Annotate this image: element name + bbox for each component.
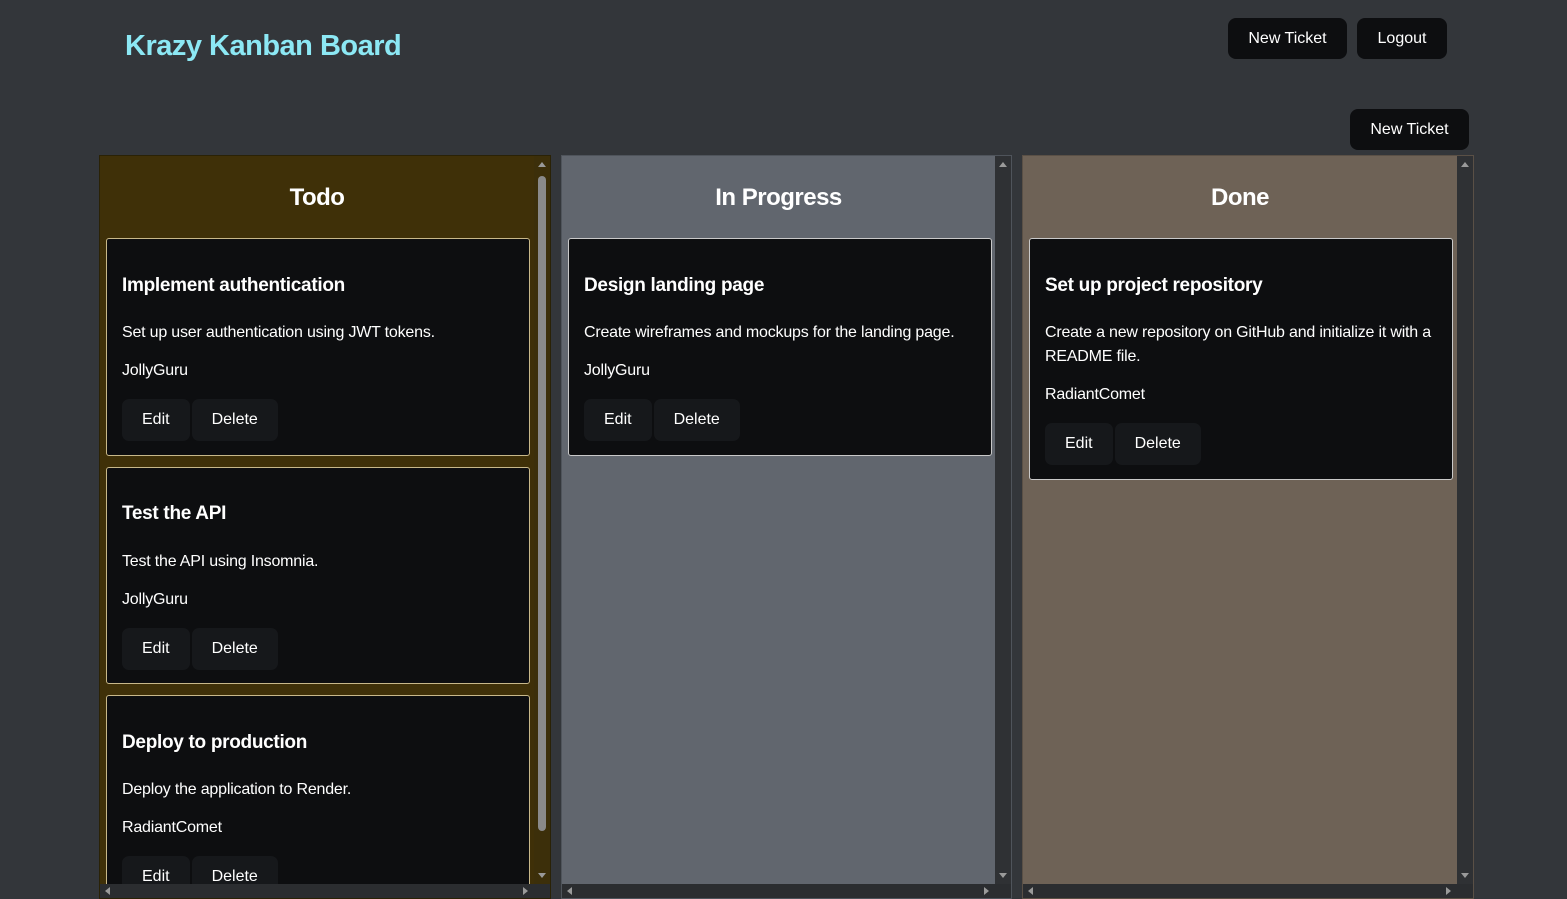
delete-ticket-button[interactable]: Delete bbox=[1114, 423, 1201, 465]
ticket-description: Create wireframes and mockups for the la… bbox=[584, 324, 955, 341]
column-todo: Todo Implement authentication Set up use… bbox=[99, 155, 551, 899]
column-done-content: Done Set up project repository Create a … bbox=[1023, 156, 1457, 884]
scroll-down-icon[interactable] bbox=[1461, 873, 1469, 878]
scrollbar-thumb[interactable] bbox=[538, 176, 546, 831]
nav-new-ticket-button[interactable]: New Ticket bbox=[1228, 18, 1347, 59]
column-title: Done bbox=[1211, 184, 1270, 211]
scroll-left-icon[interactable] bbox=[1028, 887, 1033, 895]
edit-ticket-button[interactable]: Edit bbox=[584, 399, 652, 441]
delete-ticket-button[interactable]: Delete bbox=[653, 399, 740, 441]
edit-ticket-button[interactable]: Edit bbox=[122, 399, 190, 441]
vertical-scrollbar[interactable] bbox=[1457, 156, 1473, 884]
scroll-right-icon[interactable] bbox=[984, 887, 989, 895]
edit-ticket-button[interactable]: Edit bbox=[1045, 423, 1113, 465]
edit-ticket-button[interactable]: Edit bbox=[122, 628, 190, 670]
logout-button[interactable]: Logout bbox=[1357, 18, 1447, 59]
ticket-card: Set up project repository Create a new r… bbox=[1029, 238, 1453, 480]
ticket-assignee: JollyGuru bbox=[122, 591, 188, 608]
ticket-actions: Edit Delete bbox=[122, 399, 278, 441]
ticket-assignee: RadiantComet bbox=[122, 819, 222, 836]
ticket-assignee: JollyGuru bbox=[584, 362, 650, 379]
column-done: Done Set up project repository Create a … bbox=[1022, 155, 1474, 899]
scroll-left-icon[interactable] bbox=[105, 887, 110, 895]
ticket-card: Implement authentication Set up user aut… bbox=[106, 238, 530, 456]
vertical-scrollbar[interactable] bbox=[995, 156, 1011, 884]
ticket-card: Design landing page Create wireframes an… bbox=[568, 238, 992, 456]
kanban-page: Krazy Kanban Board New Ticket Logout New… bbox=[0, 0, 1567, 899]
edit-ticket-button[interactable]: Edit bbox=[122, 856, 190, 884]
scroll-down-icon[interactable] bbox=[538, 873, 546, 878]
ticket-description: Set up user authentication using JWT tok… bbox=[122, 324, 435, 341]
column-in-progress: In Progress Design landing page Create w… bbox=[561, 155, 1012, 899]
ticket-title: Deploy to production bbox=[122, 732, 308, 753]
scroll-left-icon[interactable] bbox=[567, 887, 572, 895]
delete-ticket-button[interactable]: Delete bbox=[191, 856, 278, 884]
ticket-title: Set up project repository bbox=[1045, 275, 1263, 296]
ticket-card: Test the API Test the API using Insomnia… bbox=[106, 467, 530, 684]
scroll-up-icon[interactable] bbox=[999, 162, 1007, 167]
column-title: Todo bbox=[289, 184, 345, 211]
ticket-assignee: JollyGuru bbox=[122, 362, 188, 379]
delete-ticket-button[interactable]: Delete bbox=[191, 399, 278, 441]
ticket-actions: Edit Delete bbox=[122, 856, 278, 884]
ticket-description: Create a new repository on GitHub and in… bbox=[1045, 324, 1431, 365]
horizontal-scrollbar[interactable] bbox=[100, 884, 550, 898]
scroll-right-icon[interactable] bbox=[523, 887, 528, 895]
board-new-ticket-button[interactable]: New Ticket bbox=[1350, 109, 1469, 150]
horizontal-scrollbar[interactable] bbox=[1023, 884, 1473, 898]
ticket-title: Design landing page bbox=[584, 275, 765, 296]
ticket-title: Implement authentication bbox=[122, 275, 345, 296]
ticket-card: Deploy to production Deploy the applicat… bbox=[106, 695, 530, 884]
scroll-down-icon[interactable] bbox=[999, 873, 1007, 878]
column-todo-content: Todo Implement authentication Set up use… bbox=[100, 156, 534, 884]
vertical-scrollbar[interactable] bbox=[534, 156, 550, 884]
scroll-right-icon[interactable] bbox=[1446, 887, 1451, 895]
scroll-up-icon[interactable] bbox=[1461, 162, 1469, 167]
ticket-description: Test the API using Insomnia. bbox=[122, 553, 319, 570]
delete-ticket-button[interactable]: Delete bbox=[191, 628, 278, 670]
ticket-assignee: RadiantComet bbox=[1045, 386, 1145, 403]
column-in-progress-content: In Progress Design landing page Create w… bbox=[562, 156, 995, 884]
column-title: In Progress bbox=[715, 184, 842, 211]
app-title[interactable]: Krazy Kanban Board bbox=[125, 30, 402, 63]
scroll-up-icon[interactable] bbox=[538, 162, 546, 167]
ticket-actions: Edit Delete bbox=[584, 399, 740, 441]
ticket-description: Deploy the application to Render. bbox=[122, 781, 352, 798]
horizontal-scrollbar[interactable] bbox=[562, 884, 1011, 898]
ticket-title: Test the API bbox=[122, 503, 227, 524]
ticket-actions: Edit Delete bbox=[122, 628, 278, 670]
ticket-actions: Edit Delete bbox=[1045, 423, 1201, 465]
